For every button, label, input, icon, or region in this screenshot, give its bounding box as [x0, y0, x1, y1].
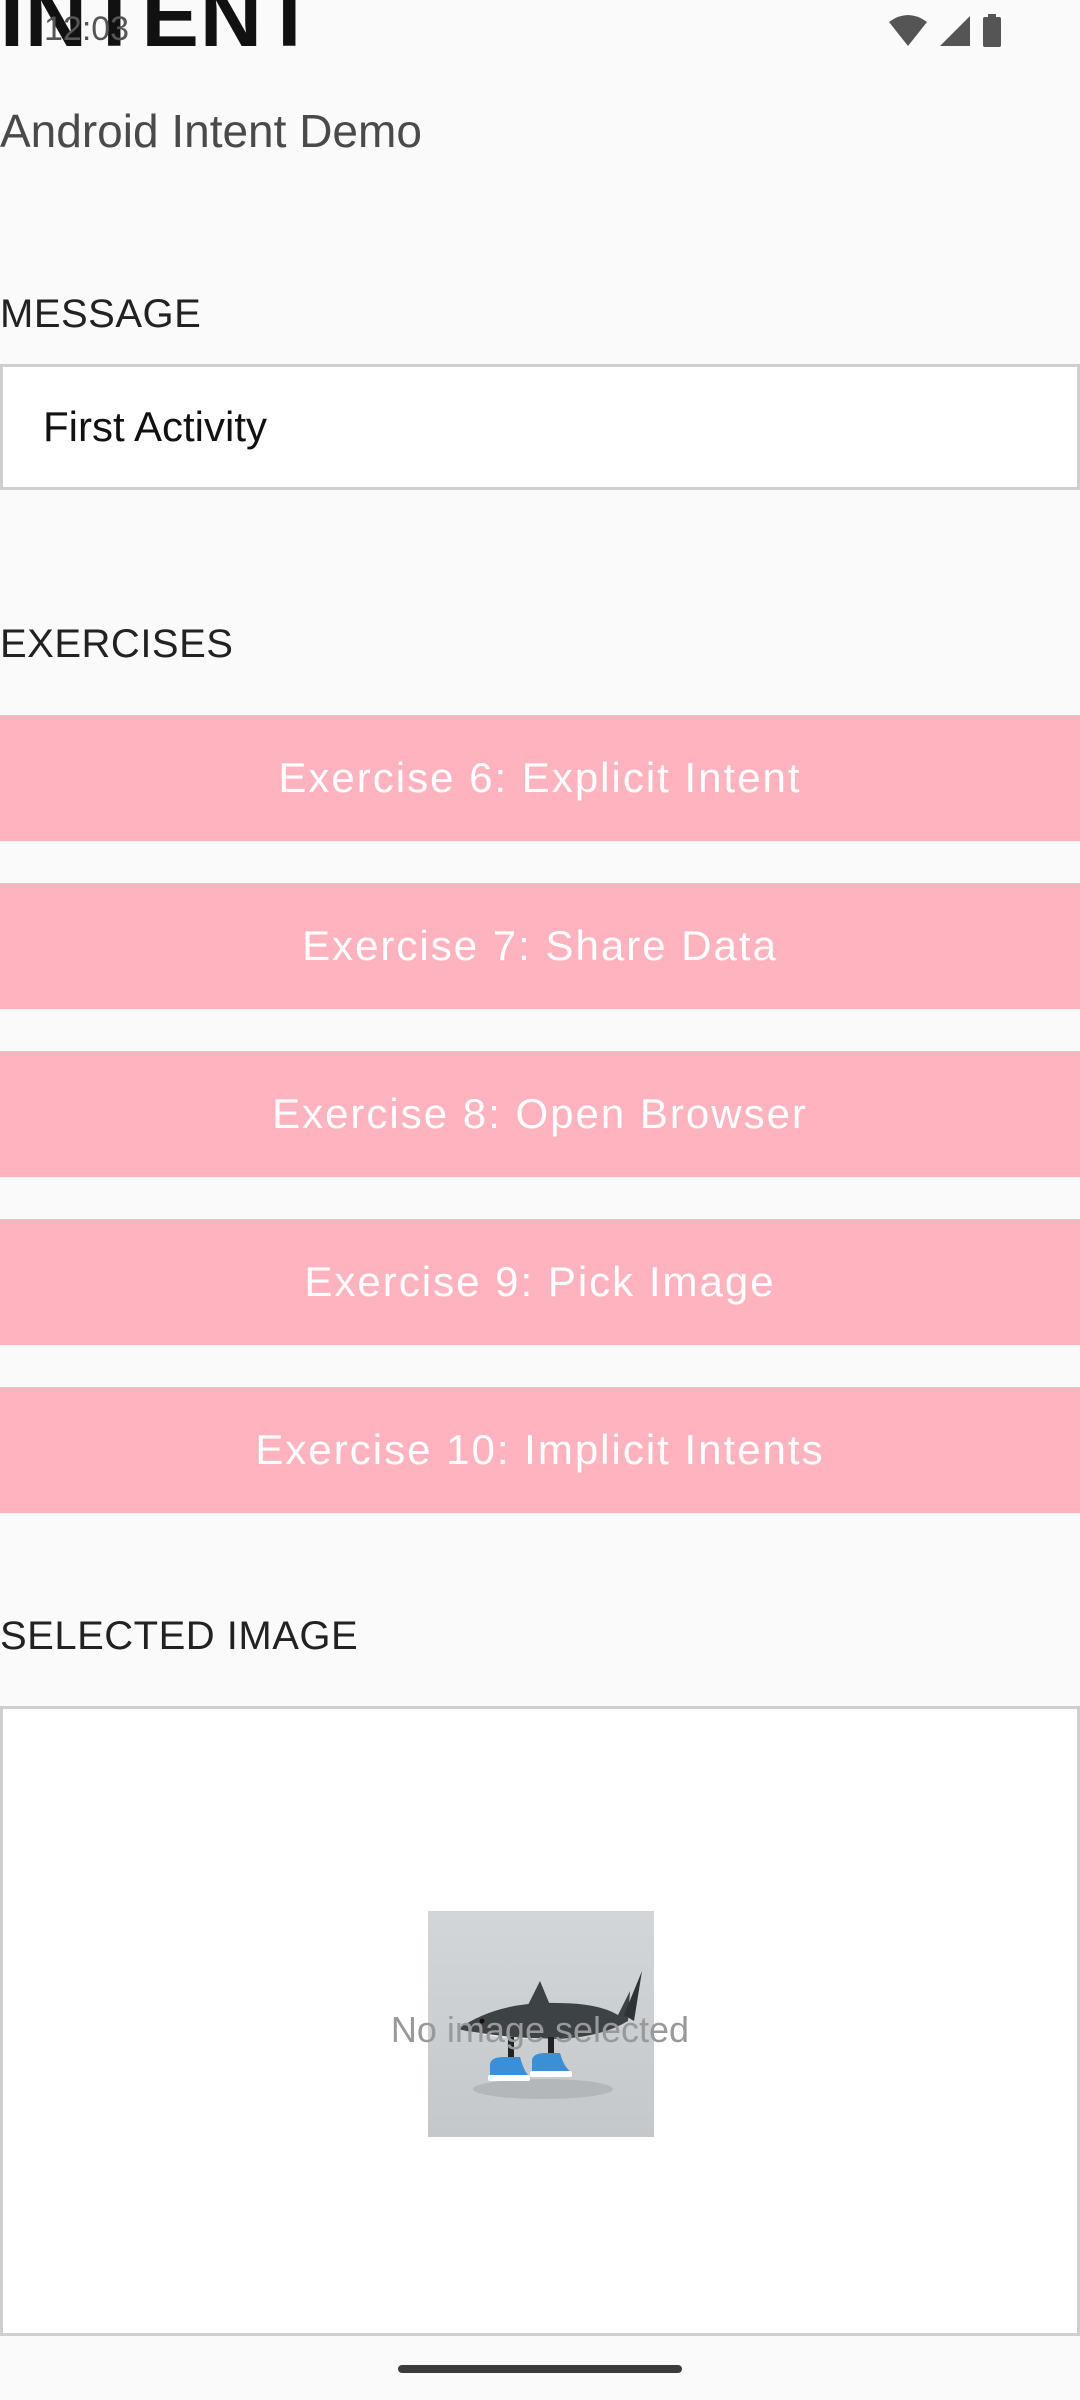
- exercises-section-label: EXERCISES: [0, 622, 234, 666]
- exercise-9-button[interactable]: Exercise 9: Pick Image: [0, 1219, 1080, 1345]
- exercise-7-button[interactable]: Exercise 7: Share Data: [0, 883, 1080, 1009]
- screen: 12:03 INTENT Android Intent Demo MESSAGE…: [0, 0, 1080, 2400]
- status-bar: 12:03: [0, 0, 1080, 62]
- selected-image-section-label: SELECTED IMAGE: [0, 1614, 359, 1658]
- message-section-label: MESSAGE: [0, 292, 202, 336]
- wifi-icon: [888, 14, 928, 53]
- cellular-signal-icon: [938, 14, 972, 53]
- app-subtitle: Android Intent Demo: [0, 105, 422, 157]
- status-time: 12:03: [44, 10, 130, 48]
- gesture-nav-handle[interactable]: [398, 2365, 682, 2373]
- exercise-10-button[interactable]: Exercise 10: Implicit Intents: [0, 1387, 1080, 1513]
- exercise-6-button[interactable]: Exercise 6: Explicit Intent: [0, 715, 1080, 841]
- exercise-8-button[interactable]: Exercise 8: Open Browser: [0, 1051, 1080, 1177]
- selected-image-box: No image selected: [0, 1706, 1080, 2336]
- battery-icon: [982, 14, 1002, 53]
- no-image-placeholder-text: No image selected: [390, 2009, 690, 2050]
- status-icons: [888, 14, 1002, 53]
- message-input[interactable]: [0, 364, 1080, 490]
